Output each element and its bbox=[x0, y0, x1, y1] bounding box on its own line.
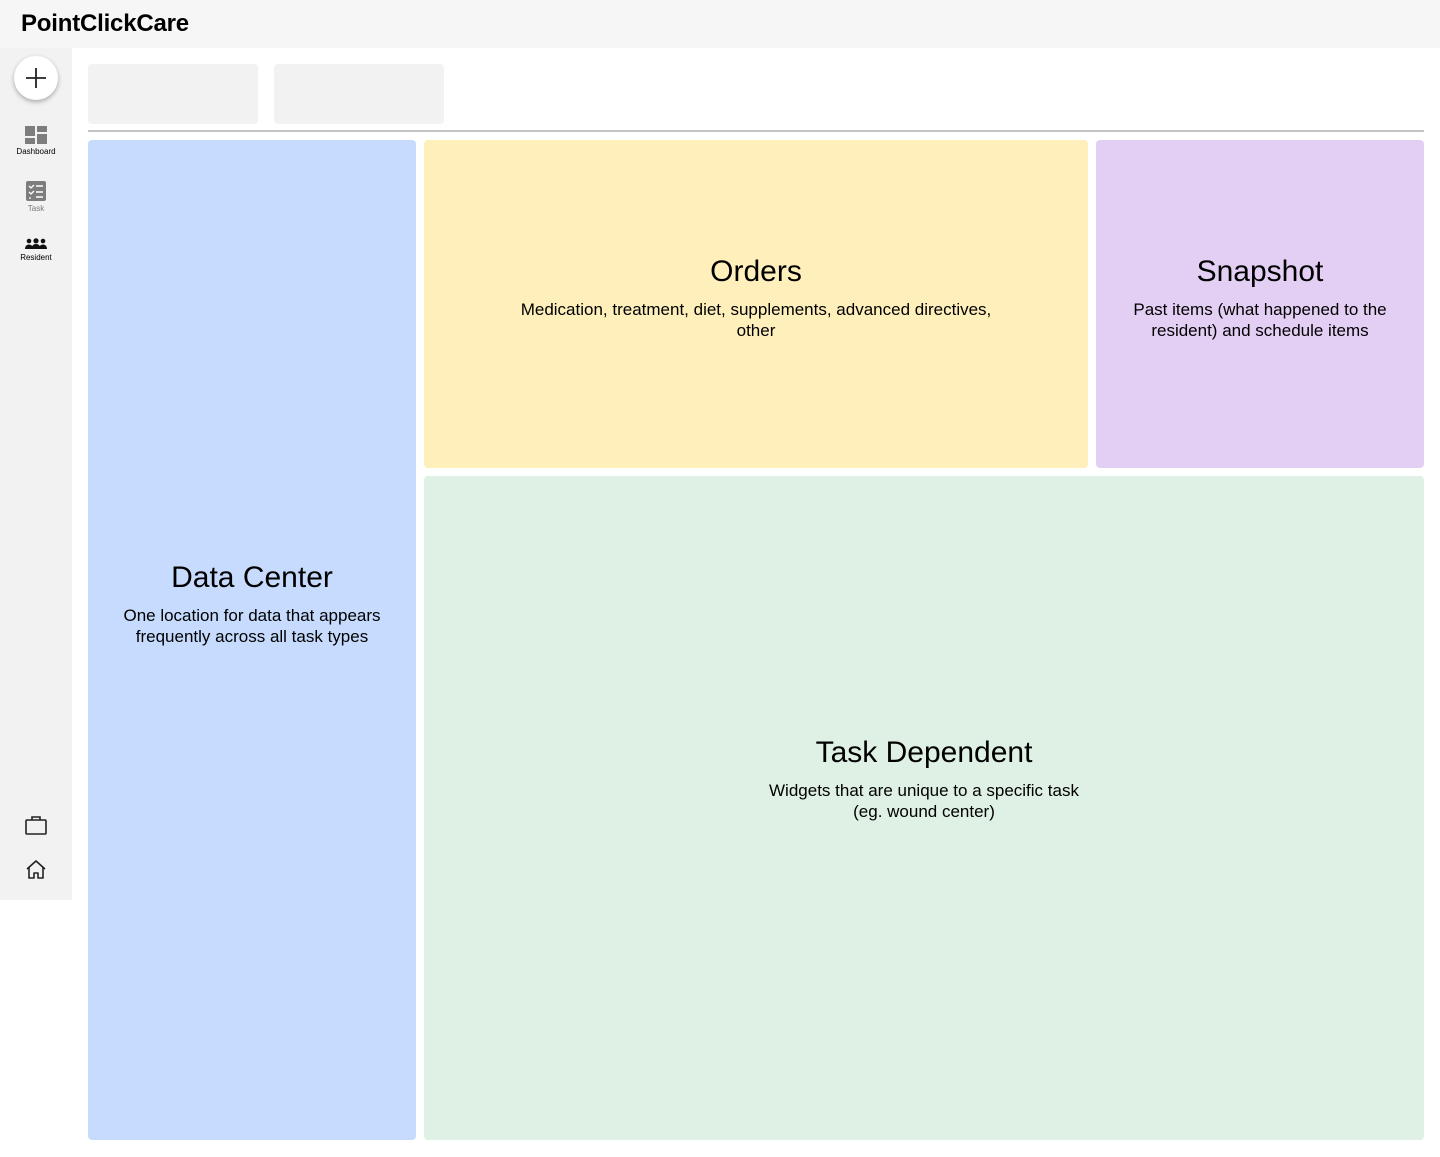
sidebar-item-dashboard[interactable]: Dashboard bbox=[0, 126, 72, 156]
dashboard-icon bbox=[25, 126, 47, 144]
orders-title: Orders bbox=[710, 255, 802, 288]
sidebar-item-label: Resident bbox=[20, 253, 52, 262]
snapshot-panel[interactable]: Snapshot Past items (what happened to th… bbox=[1096, 140, 1424, 468]
tab-placeholder-1[interactable] bbox=[88, 64, 258, 124]
top-bar: PointClickCare bbox=[0, 0, 1440, 48]
sidebar: Dashboard Task Resident bbox=[0, 48, 72, 900]
app-logo[interactable]: PointClickCare bbox=[21, 10, 189, 38]
data-center-description: One location for data that appears frequ… bbox=[123, 606, 381, 646]
snapshot-title: Snapshot bbox=[1196, 255, 1324, 288]
divider bbox=[88, 130, 1424, 132]
snapshot-description: Past items (what happened to the residen… bbox=[1133, 300, 1387, 340]
data-center-title: Data Center bbox=[171, 561, 333, 594]
task-dependent-title: Task Dependent bbox=[815, 736, 1033, 769]
plus-icon bbox=[26, 68, 46, 88]
data-center-panel[interactable]: Data Center One location for data that a… bbox=[88, 140, 416, 1140]
sidebar-item-label: Task bbox=[27, 204, 45, 213]
home-button[interactable] bbox=[24, 859, 48, 886]
home-icon bbox=[26, 860, 46, 879]
people-icon bbox=[25, 238, 47, 249]
checklist-icon bbox=[26, 181, 46, 201]
sidebar-item-task[interactable]: Task bbox=[0, 181, 72, 213]
add-button[interactable] bbox=[14, 56, 58, 100]
task-dependent-description: Widgets that are unique to a specific ta… bbox=[769, 781, 1079, 821]
task-dependent-panel[interactable]: Task Dependent Widgets that are unique t… bbox=[424, 476, 1424, 1140]
tab-placeholder-2[interactable] bbox=[274, 64, 444, 124]
orders-panel[interactable]: Orders Medication, treatment, diet, supp… bbox=[424, 140, 1088, 468]
orders-description: Medication, treatment, diet, supplements… bbox=[520, 300, 992, 340]
briefcase-icon bbox=[25, 816, 47, 835]
sidebar-item-resident[interactable]: Resident bbox=[0, 238, 72, 262]
sidebar-item-label: Dashboard bbox=[16, 147, 56, 156]
briefcase-button[interactable] bbox=[24, 814, 48, 841]
